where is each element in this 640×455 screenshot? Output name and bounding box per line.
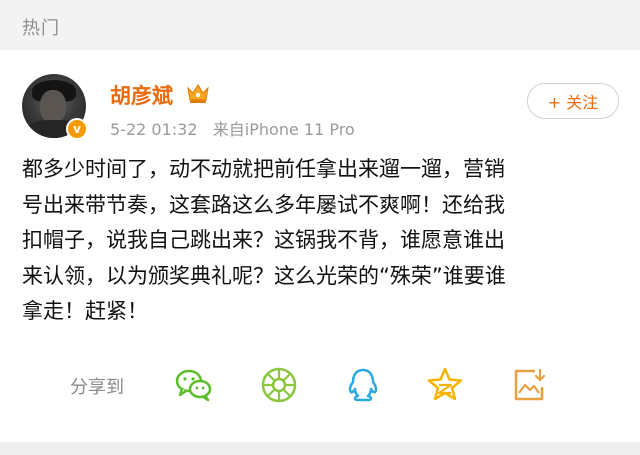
post-content-line: 来认领，以为颁奖典礼呢？这么光荣的“殊荣”谁要谁 [22,263,506,288]
crown-icon [187,84,209,103]
top-bar: 热门 [0,0,640,50]
qq-icon[interactable] [343,365,383,405]
post-content-line: 号出来带节奏，这套路这么多年屡试不爽啊！还给我 [22,192,505,217]
bottom-divider [0,442,640,455]
share-label: 分享到 [70,377,124,398]
post-time: 5-22 01:32 [110,120,198,139]
avatar[interactable]: v [22,74,88,140]
username[interactable]: 胡彦斌 [110,80,173,110]
post-content: 都多少时间了，动不动就把前任拿出来遛一遛，营销 号出来带节奏，这套路这么多年屡试… [22,152,618,330]
verified-badge-icon: v [66,118,88,140]
post-content-line: 都多少时间了，动不动就把前任拿出来遛一遛，营销 [22,157,505,181]
post-content-line: 拿走！赶紧！ [22,299,148,323]
post-content-line: 扣帽子，说我自己跳出来？这锅我不背，谁愿意谁出 [22,228,505,252]
post-meta: 5-22 01:32 来自iPhone 11 Pro [110,116,355,140]
moments-icon[interactable] [259,365,299,405]
save-image-icon[interactable] [509,365,549,405]
weibo-post: v 胡彦斌 5-22 01:32 来自iPhone 11 Pro + 关注 都多… [0,50,640,442]
qzone-icon[interactable] [425,365,465,405]
post-source: 来自iPhone 11 Pro [212,120,355,139]
wechat-icon[interactable] [174,365,214,405]
page-title: 热门 [22,18,60,39]
follow-button[interactable]: + 关注 [527,83,619,119]
